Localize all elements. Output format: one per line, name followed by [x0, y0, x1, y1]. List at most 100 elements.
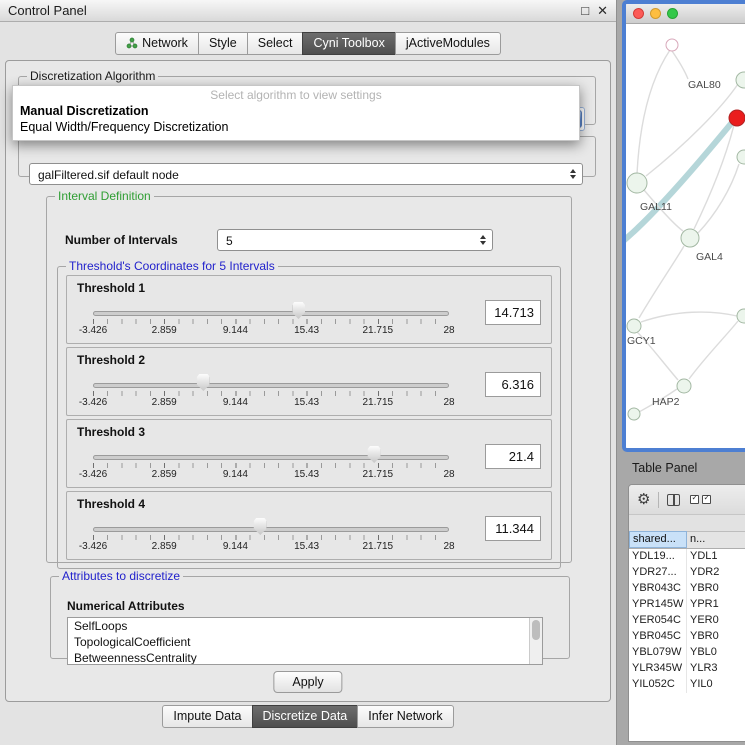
table-row[interactable]: YDL19...YDL1	[629, 549, 745, 565]
network-edge[interactable]	[637, 50, 670, 174]
slider-track[interactable]	[93, 527, 449, 532]
combo-stepper-icon[interactable]	[568, 164, 578, 184]
scale-label: -3.426	[79, 325, 107, 336]
table-row[interactable]: YIL052CYIL0	[629, 677, 745, 693]
dropdown-option-manual-discretization[interactable]: Manual Discretization	[13, 103, 579, 119]
network-node[interactable]	[737, 150, 745, 164]
network-edge[interactable]	[689, 321, 738, 379]
threshold-panel: Threshold 1-3.4262.8599.14415.4321.71528…	[66, 275, 552, 344]
table-row[interactable]: YPR145WYPR1	[629, 597, 745, 613]
tab-label: Impute Data	[173, 709, 241, 723]
apply-button[interactable]: Apply	[273, 671, 342, 693]
network-node[interactable]	[628, 408, 640, 420]
gear-icon[interactable]: ⚙	[637, 492, 650, 507]
threshold-label: Threshold 3	[77, 425, 145, 439]
table-row[interactable]: YBL079WYBL0	[629, 645, 745, 661]
network-node[interactable]	[627, 173, 647, 193]
network-edge[interactable]	[641, 312, 737, 322]
network-edge[interactable]	[639, 246, 684, 318]
top-tab-bar: Network Style Select Cyni Toolbox jActiveMod…	[0, 32, 616, 55]
table-row[interactable]: YBR043CYBR0	[629, 581, 745, 597]
network-canvas[interactable]: GAL80GAL11GAL4GCY1HAP2	[626, 24, 745, 448]
threshold-label: Threshold 2	[77, 353, 145, 367]
table-cell: YBL079W	[629, 645, 687, 661]
list-item[interactable]: TopologicalCoefficient	[68, 634, 542, 650]
column-header[interactable]: shared...	[629, 531, 687, 548]
combo-stepper-icon[interactable]	[478, 230, 488, 250]
scale-label: 9.144	[223, 325, 248, 336]
interval-definition-group: Interval Definition Number of Intervals …	[46, 189, 572, 563]
maximize-icon[interactable]: □	[581, 4, 589, 17]
checkbox-icon[interactable]	[702, 495, 711, 504]
network-node[interactable]	[666, 39, 678, 51]
slider-handle[interactable]	[254, 518, 267, 535]
threshold-value-field[interactable]: 6.316	[485, 372, 541, 397]
scale-label: 15.43	[294, 397, 319, 408]
threshold-panel: Threshold 3-3.4262.8599.14415.4321.71528…	[66, 419, 552, 488]
attribute-items: SelfLoopsTopologicalCoefficientBetweenne…	[68, 618, 542, 665]
threshold-value-field[interactable]: 21.4	[485, 444, 541, 469]
table-cell: YLR3	[687, 661, 745, 677]
threshold-panel: Threshold 2-3.4262.8599.14415.4321.71528…	[66, 347, 552, 416]
tab-label: Style	[209, 36, 237, 50]
table-data-combo[interactable]: galFiltered.sif default node	[29, 163, 583, 185]
table-row[interactable]: YBR045CYBR0	[629, 629, 745, 645]
slider-handle[interactable]	[197, 374, 210, 391]
table-panel-title: Table Panel	[632, 461, 697, 475]
list-item[interactable]: SelfLoops	[68, 618, 542, 634]
network-edge[interactable]	[672, 51, 688, 79]
dropdown-option-equal-width-frequency[interactable]: Equal Width/Frequency Discretization	[13, 119, 579, 135]
network-icon	[126, 37, 138, 49]
network-node[interactable]	[681, 229, 699, 247]
slider-handle[interactable]	[368, 446, 381, 463]
discretization-algorithm-legend: Discretization Algorithm	[27, 69, 158, 83]
table-cell: YBR0	[687, 629, 745, 645]
table-row[interactable]: YER054CYER0	[629, 613, 745, 629]
scrollbar-thumb[interactable]	[532, 620, 540, 640]
close-traffic-light-icon[interactable]	[633, 8, 644, 19]
threshold-label: Threshold 4	[77, 497, 145, 511]
table-rows: YDL19...YDL1YDR27...YDR2YBR043CYBR0YPR14…	[629, 549, 745, 741]
close-icon[interactable]: ✕	[597, 4, 608, 17]
slider-track[interactable]	[93, 311, 449, 316]
slider-handle[interactable]	[292, 302, 305, 319]
slider-track[interactable]	[93, 383, 449, 388]
tab-infer-network[interactable]: Infer Network	[357, 705, 453, 728]
scale-label: 15.43	[294, 541, 319, 552]
number-of-intervals-combo[interactable]: 5	[217, 229, 493, 251]
tab-cyni-toolbox[interactable]: Cyni Toolbox	[302, 32, 395, 55]
tab-select[interactable]: Select	[247, 32, 304, 55]
scale-label: 21.715	[363, 469, 394, 480]
selected-network-node[interactable]	[729, 110, 745, 126]
tab-discretize-data[interactable]: Discretize Data	[252, 705, 359, 728]
table-row[interactable]: YDR27...YDR2	[629, 565, 745, 581]
table-cell: YDR2	[687, 565, 745, 581]
tab-jactivemodules[interactable]: jActiveModules	[395, 32, 501, 55]
checkbox-icon[interactable]	[690, 495, 699, 504]
threshold-value-field[interactable]: 11.344	[485, 516, 541, 541]
table-header-row: shared...n...	[629, 531, 745, 549]
tab-style[interactable]: Style	[198, 32, 248, 55]
column-header[interactable]: n...	[687, 531, 745, 548]
network-node[interactable]	[677, 379, 691, 393]
tab-label: Cyni Toolbox	[313, 36, 384, 50]
network-node[interactable]	[627, 319, 641, 333]
tab-network[interactable]: Network	[115, 32, 199, 55]
columns-icon[interactable]	[667, 494, 680, 506]
threshold-panel: Threshold 4-3.4262.8599.14415.4321.71528…	[66, 491, 552, 560]
minimize-traffic-light-icon[interactable]	[650, 8, 661, 19]
slider-track[interactable]	[93, 455, 449, 460]
thresholds-legend: Threshold's Coordinates for 5 Intervals	[66, 259, 278, 273]
numerical-attributes-list[interactable]: SelfLoopsTopologicalCoefficientBetweenne…	[67, 617, 543, 665]
network-node[interactable]	[737, 309, 745, 323]
scale-label: 28	[443, 325, 454, 336]
number-of-intervals-value: 5	[226, 230, 233, 252]
tab-impute-data[interactable]: Impute Data	[162, 705, 252, 728]
zoom-traffic-light-icon[interactable]	[667, 8, 678, 19]
list-item[interactable]: BetweennessCentrality	[68, 650, 542, 665]
table-row[interactable]: YLR345WYLR3	[629, 661, 745, 677]
list-scrollbar[interactable]	[529, 618, 542, 664]
table-cell: YDL1	[687, 549, 745, 565]
threshold-value-field[interactable]: 14.713	[485, 300, 541, 325]
table-cell: YDR27...	[629, 565, 687, 581]
